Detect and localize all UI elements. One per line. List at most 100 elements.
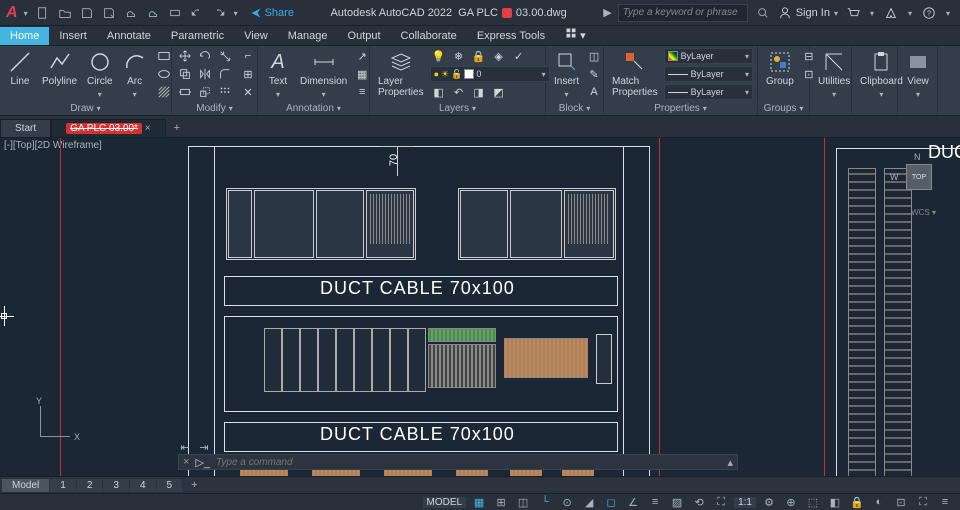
scale-icon[interactable] bbox=[196, 84, 214, 100]
lineweight-dropdown[interactable]: ByLayer bbox=[664, 66, 753, 82]
mirror-icon[interactable] bbox=[196, 66, 214, 82]
filetab-start[interactable]: Start bbox=[0, 119, 51, 137]
utilities-button[interactable]: Utilities bbox=[814, 48, 854, 102]
saveas-icon[interactable] bbox=[100, 4, 118, 22]
tab-sheet-3[interactable]: 3 bbox=[103, 479, 129, 492]
rectangle-icon[interactable] bbox=[155, 48, 173, 64]
tab-sheet-1[interactable]: 1 bbox=[50, 479, 76, 492]
layer-iso2-icon[interactable]: ◨ bbox=[470, 84, 488, 100]
layer-off-icon[interactable]: 💡 bbox=[430, 48, 448, 64]
cmd-history-icon[interactable]: ▴ bbox=[727, 456, 733, 469]
group-button[interactable]: Group bbox=[762, 48, 798, 89]
tab-parametric[interactable]: Parametric bbox=[161, 27, 234, 45]
cart-icon[interactable] bbox=[844, 4, 862, 22]
tab-collaborate[interactable]: Collaborate bbox=[391, 27, 467, 45]
layer-walk-icon[interactable]: ◩ bbox=[490, 84, 508, 100]
tab-express-tools[interactable]: Express Tools bbox=[467, 27, 555, 45]
isodraft-icon[interactable]: ◢ bbox=[580, 495, 598, 509]
qat-chevron[interactable] bbox=[234, 7, 238, 19]
line-button[interactable]: Line bbox=[4, 48, 36, 89]
explode-icon[interactable]: ⊞ bbox=[239, 66, 257, 82]
ellipse-icon[interactable] bbox=[155, 66, 173, 82]
rotate-icon[interactable] bbox=[196, 48, 214, 64]
customize-icon[interactable]: ≡ bbox=[936, 495, 954, 509]
clean-screen-icon[interactable]: ⛶ bbox=[914, 495, 932, 509]
leader-icon[interactable]: ↗ bbox=[353, 48, 371, 64]
layer-properties-button[interactable]: Layer Properties bbox=[374, 48, 428, 100]
polyline-button[interactable]: Polyline bbox=[38, 48, 81, 89]
help-chevron[interactable] bbox=[946, 7, 950, 19]
tab-home[interactable]: Home bbox=[0, 27, 49, 45]
layer-states-icon[interactable]: ◧ bbox=[430, 84, 448, 100]
table-icon[interactable]: ▦ bbox=[353, 66, 371, 82]
cmd-input[interactable] bbox=[216, 457, 721, 468]
linetype-dropdown[interactable]: ByLayer bbox=[664, 84, 753, 100]
fillet-icon[interactable] bbox=[216, 66, 234, 82]
status-model[interactable]: MODEL bbox=[423, 497, 467, 508]
circle-button[interactable]: Circle bbox=[83, 48, 117, 102]
hatch-icon[interactable] bbox=[155, 84, 173, 100]
array-icon[interactable] bbox=[216, 84, 234, 100]
create-block-icon[interactable]: ◫ bbox=[585, 48, 603, 64]
copy-icon[interactable] bbox=[176, 66, 194, 82]
drawing-canvas[interactable]: [-][Top][2D Wireframe] 70 DUCT CABLE 70x… bbox=[0, 138, 960, 476]
cmd-close-icon[interactable]: × bbox=[183, 456, 189, 468]
tab-model[interactable]: Model bbox=[2, 479, 49, 492]
annotation-scale-icon[interactable]: ⛶ bbox=[712, 495, 730, 509]
layout-next-icon[interactable]: ⇥ bbox=[195, 440, 213, 454]
signin-button[interactable]: Sign In bbox=[778, 6, 838, 20]
tab-sheet-5[interactable]: 5 bbox=[157, 479, 183, 492]
transparency-icon[interactable]: ▨ bbox=[668, 495, 686, 509]
trim-icon[interactable] bbox=[216, 48, 234, 64]
tab-view[interactable]: View bbox=[234, 27, 278, 45]
workspace-icon[interactable]: ⚙ bbox=[760, 495, 778, 509]
help-icon[interactable]: ? bbox=[920, 4, 938, 22]
undo-icon[interactable] bbox=[188, 4, 206, 22]
app-menu-chevron[interactable] bbox=[24, 7, 28, 19]
snap-icon[interactable]: ⊞ bbox=[492, 495, 510, 509]
isolate-icon[interactable]: ◐ bbox=[870, 495, 888, 509]
tab-sheet-4[interactable]: 4 bbox=[130, 479, 156, 492]
annotation-monitor-icon[interactable]: ⊕ bbox=[782, 495, 800, 509]
match-properties-button[interactable]: Match Properties bbox=[608, 48, 662, 100]
redo-icon[interactable] bbox=[210, 4, 228, 22]
osnap-icon[interactable]: ◻ bbox=[602, 495, 620, 509]
layer-match-icon[interactable]: ✓ bbox=[510, 48, 528, 64]
cycling-icon[interactable]: ⟲ bbox=[690, 495, 708, 509]
text-button[interactable]: AText bbox=[262, 48, 294, 102]
open-icon[interactable] bbox=[56, 4, 74, 22]
cloud-open-icon[interactable] bbox=[122, 4, 140, 22]
autodesk-chevron[interactable] bbox=[908, 7, 912, 19]
insert-button[interactable]: Insert bbox=[550, 48, 583, 102]
layer-freeze-icon[interactable]: ❄ bbox=[450, 48, 468, 64]
layer-iso-icon[interactable]: ◈ bbox=[490, 48, 508, 64]
filetab-add[interactable]: + bbox=[166, 119, 188, 137]
infer-icon[interactable]: ◫ bbox=[514, 495, 532, 509]
view-button[interactable]: View bbox=[902, 48, 934, 102]
viewcube[interactable]: NW TOP bbox=[896, 154, 942, 200]
filetab-active[interactable]: GA PLC 03.00* × bbox=[51, 119, 165, 137]
save-icon[interactable] bbox=[78, 4, 96, 22]
tab-sheet-2[interactable]: 2 bbox=[77, 479, 103, 492]
share-button[interactable]: Share bbox=[250, 7, 294, 19]
move-icon[interactable] bbox=[176, 48, 194, 64]
tab-featured[interactable]: ▾ bbox=[555, 24, 596, 45]
search-input[interactable]: Type a keyword or phrase bbox=[618, 4, 748, 22]
arc-button[interactable]: Arc bbox=[119, 48, 151, 102]
autodesk-icon[interactable] bbox=[882, 4, 900, 22]
command-line[interactable]: × ▷_ ▴ bbox=[178, 454, 738, 470]
offset-icon[interactable]: ⌐ bbox=[239, 48, 257, 64]
stretch-icon[interactable] bbox=[176, 84, 194, 100]
ortho-icon[interactable]: └ bbox=[536, 495, 554, 509]
plot-icon[interactable] bbox=[166, 4, 184, 22]
lineweight-toggle-icon[interactable]: ≡ bbox=[646, 495, 664, 509]
cloud-save-icon[interactable] bbox=[144, 4, 162, 22]
units-icon[interactable]: ⬚ bbox=[804, 495, 822, 509]
tab-manage[interactable]: Manage bbox=[278, 27, 338, 45]
grid-icon[interactable]: ▦ bbox=[470, 495, 488, 509]
search-icon[interactable] bbox=[754, 4, 772, 22]
attr-icon[interactable]: A bbox=[585, 84, 603, 100]
layer-prev-icon[interactable]: ↶ bbox=[450, 84, 468, 100]
layer-dropdown[interactable]: ●☀🔓0 bbox=[430, 66, 550, 82]
status-scale[interactable]: 1:1 bbox=[734, 497, 756, 508]
